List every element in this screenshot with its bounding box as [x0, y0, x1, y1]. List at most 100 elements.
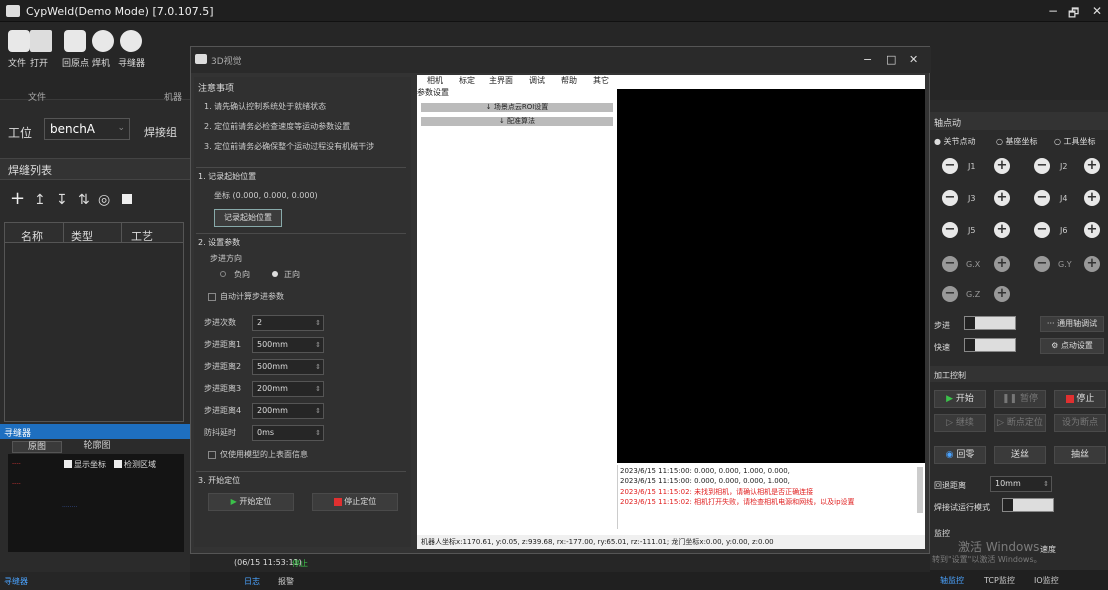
menu-help[interactable]: 帮助 — [561, 75, 577, 86]
j5-plus-button[interactable]: + — [994, 222, 1010, 238]
dialog-close-button[interactable]: ✕ — [909, 53, 918, 66]
tab-tcp-monitor[interactable]: TCP监控 — [984, 575, 1015, 586]
chevron-down-icon: ⌄ — [117, 123, 125, 133]
j6-minus-button[interactable]: − — [1034, 222, 1050, 238]
menu-debug[interactable]: 调试 — [529, 75, 545, 86]
tab-original[interactable]: 原图 — [12, 441, 62, 453]
j2-minus-button[interactable]: − — [1034, 158, 1050, 174]
param-settings-label: 参数设置 — [417, 88, 449, 97]
j3-plus-button[interactable]: + — [994, 190, 1010, 206]
tab-axis-monitor[interactable]: 轴监控 — [940, 575, 964, 586]
mode-base[interactable]: ○ 基座坐标 — [996, 136, 1038, 147]
mode-joint[interactable]: ● 关节点动 — [934, 136, 976, 147]
scene-roi-button[interactable]: ↓ 场景点云ROI设置 — [421, 103, 613, 112]
ribbon-item-open[interactable]: 打开 — [30, 56, 48, 69]
start-button[interactable]: ▶ 开始 — [934, 390, 986, 408]
param-step-distance-2[interactable]: 500mm ⇕ — [252, 359, 324, 375]
stop-locate-button[interactable]: 停止定位 — [312, 493, 398, 511]
minimize-button[interactable]: − — [1048, 4, 1058, 18]
col-name[interactable]: 名称 — [21, 228, 43, 244]
param-step-distance-4[interactable]: 200mm ⇕ — [252, 403, 324, 419]
j1-plus-button[interactable]: + — [994, 158, 1010, 174]
menu-calibrate[interactable]: 标定 — [459, 75, 475, 86]
stop-icon[interactable] — [122, 194, 132, 204]
jog-settings-button[interactable]: ⚙ 点动设置 — [1040, 338, 1104, 354]
detect-region-checkbox[interactable] — [114, 460, 122, 468]
registration-button[interactable]: ↓ 配准算法 — [421, 117, 613, 126]
tab-alarm[interactable]: 报警 — [278, 576, 294, 587]
gx-plus-button[interactable]: + — [994, 256, 1010, 272]
seam-table[interactable]: 名称 类型 工艺 — [4, 222, 184, 422]
back-distance-input[interactable]: 10mm ⇕ — [990, 476, 1052, 492]
j4-plus-button[interactable]: + — [1084, 190, 1100, 206]
only-model-checkbox[interactable] — [208, 451, 216, 459]
sort-icon[interactable]: ⇅ — [78, 192, 90, 208]
fast-toggle[interactable] — [964, 338, 1016, 352]
gz-minus-button[interactable]: − — [942, 286, 958, 302]
open-folder-icon[interactable] — [30, 30, 52, 52]
ribbon-item-welder[interactable]: 焊机 — [92, 56, 110, 69]
ribbon-item-home[interactable]: 回原点 — [62, 56, 89, 69]
seeker-icon[interactable] — [120, 30, 142, 52]
j3-minus-button[interactable]: − — [942, 190, 958, 206]
mode-tool[interactable]: ○ 工具坐标 — [1054, 136, 1096, 147]
col-type[interactable]: 类型 — [71, 228, 93, 244]
general-debug-button[interactable]: ··· 通用轴调试 — [1040, 316, 1104, 332]
gy-plus-button[interactable]: + — [1084, 256, 1100, 272]
show-coords-checkbox[interactable] — [64, 460, 72, 468]
detect-region-label: 检测区域 — [124, 460, 156, 469]
gz-plus-button[interactable]: + — [994, 286, 1010, 302]
menu-camera[interactable]: 相机 — [427, 75, 443, 86]
menu-main[interactable]: 主界面 — [489, 75, 513, 86]
dir-positive-radio[interactable] — [272, 271, 278, 277]
app-titlebar: CypWeld(Demo Mode) [7.0.107.5] − 🗗 ✕ — [0, 0, 1108, 22]
continue-button[interactable]: ▷ 继续 — [934, 414, 986, 432]
gy-minus-button[interactable]: − — [1034, 256, 1050, 272]
menu-other[interactable]: 其它 — [593, 75, 609, 86]
j1-minus-button[interactable]: − — [942, 158, 958, 174]
set-breakpoint-button[interactable]: 设为断点 — [1054, 414, 1106, 432]
col-process[interactable]: 工艺 — [131, 228, 153, 244]
j4-minus-button[interactable]: − — [1034, 190, 1050, 206]
dialog-maximize-button[interactable]: □ — [886, 53, 896, 66]
weld-test-toggle[interactable] — [1002, 498, 1054, 512]
dir-negative-radio[interactable] — [220, 271, 226, 277]
param-debounce[interactable]: 0ms ⇕ — [252, 425, 324, 441]
pause-button[interactable]: ❚❚ 暂停 — [994, 390, 1046, 408]
station-select[interactable]: benchA ⌄ — [44, 118, 130, 140]
ribbon-item-seeker[interactable]: 寻缝器 — [118, 56, 145, 69]
j5-minus-button[interactable]: − — [942, 222, 958, 238]
welder-icon[interactable] — [92, 30, 114, 52]
close-button[interactable]: ✕ — [1092, 4, 1102, 18]
target-icon[interactable]: ◎ — [98, 192, 110, 208]
move-down-icon[interactable]: ↧ — [56, 192, 68, 208]
param-step-count[interactable]: 2 ⇕ — [252, 315, 324, 331]
home-button[interactable]: ◉ 回零 — [934, 446, 986, 464]
param-step-distance-1[interactable]: 500mm ⇕ — [252, 337, 324, 353]
j2-plus-button[interactable]: + — [1084, 158, 1100, 174]
tab-io-monitor[interactable]: IO监控 — [1034, 575, 1059, 586]
retract-wire-button[interactable]: 抽丝 — [1054, 446, 1106, 464]
dialog-minimize-button[interactable]: − — [863, 53, 872, 66]
right-panel: 轴点动 ● 关节点动 ○ 基座坐标 ○ 工具坐标 − J1 + − J2 + −… — [930, 100, 1108, 570]
stop-button[interactable]: 停止 — [1054, 390, 1106, 408]
add-icon[interactable]: + — [10, 188, 25, 209]
vision-workspace: 相机 标定 主界面 调试 帮助 其它 参数设置 ↓ 场景点云ROI设置 ↓ 配准… — [417, 75, 925, 549]
feed-wire-button[interactable]: 送丝 — [994, 446, 1046, 464]
auto-calc-checkbox[interactable] — [208, 293, 216, 301]
home-origin-icon[interactable] — [64, 30, 86, 52]
start-locate-button[interactable]: ▶ 开始定位 — [208, 493, 294, 511]
step-direction-title: 步进方向 — [210, 254, 242, 263]
j6-plus-button[interactable]: + — [1084, 222, 1100, 238]
log-scrollbar[interactable] — [917, 467, 923, 513]
param-step-distance-3[interactable]: 200mm ⇕ — [252, 381, 324, 397]
ribbon-item-file[interactable]: 文件 — [8, 56, 26, 69]
tab-log[interactable]: 日志 — [244, 576, 260, 587]
gx-minus-button[interactable]: − — [942, 256, 958, 272]
step-toggle[interactable] — [964, 316, 1016, 330]
file-icon[interactable] — [8, 30, 30, 52]
move-up-icon[interactable]: ↥ — [34, 192, 46, 208]
breakpoint-locate-button[interactable]: ▷ 断点定位 — [994, 414, 1046, 432]
record-start-button[interactable]: 记录起始位置 — [214, 209, 282, 227]
tab-contour[interactable]: 轮廓图 — [72, 441, 122, 453]
